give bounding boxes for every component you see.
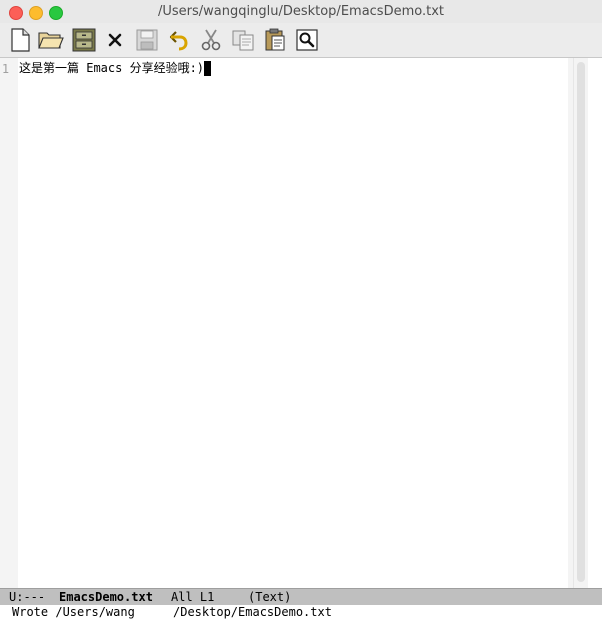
open-folder-icon	[38, 32, 64, 49]
toolbar	[0, 23, 602, 58]
mode-line: U:--- EmacsDemo.txt All L1 (Text)	[0, 588, 602, 605]
file-cabinet-icon	[72, 28, 96, 52]
search-button[interactable]	[294, 27, 320, 53]
undo-arrow-icon	[169, 31, 188, 51]
modeline-status: U:---	[9, 590, 46, 604]
line-number: 1	[1, 62, 10, 76]
emacs-window: /Users/wangqinglu/Desktop/EmacsDemo.txt	[0, 0, 602, 623]
modeline-buffer-name[interactable]: EmacsDemo.txt	[59, 589, 153, 605]
modeline-major-mode[interactable]: (Text)	[248, 589, 291, 605]
editor-buffer[interactable]: 1 这是第一篇 Emacs 分享经验哦:)	[0, 58, 602, 588]
new-file-icon	[11, 28, 30, 52]
open-file-button[interactable]	[38, 27, 64, 53]
floppy-disk-icon	[136, 29, 158, 51]
buffer-text: 这是第一篇 Emacs 分享经验哦:)	[19, 61, 205, 75]
magnifier-icon	[296, 29, 318, 51]
vertical-scrollbar[interactable]	[573, 58, 588, 588]
line-number-gutter: 1	[0, 58, 10, 588]
buffer-text-line[interactable]: 这是第一篇 Emacs 分享经验哦:)	[19, 61, 212, 76]
new-file-button[interactable]	[7, 27, 33, 53]
kill-buffer-button[interactable]	[102, 27, 128, 53]
title-bar[interactable]: /Users/wangqinglu/Desktop/EmacsDemo.txt	[0, 0, 602, 23]
scrollbar-thumb[interactable]	[577, 62, 585, 582]
echo-message-end: /Desktop/EmacsDemo.txt	[173, 605, 332, 619]
scissors-icon	[201, 29, 221, 51]
window-title: /Users/wangqinglu/Desktop/EmacsDemo.txt	[157, 4, 444, 19]
copy-icon	[232, 30, 254, 51]
right-margin	[588, 58, 602, 588]
paste-button[interactable]	[262, 27, 288, 53]
close-x-icon	[108, 33, 122, 47]
modeline-position: All L1	[171, 590, 215, 604]
minibuffer[interactable]: Wrote /Users/wang /Desktop/EmacsDemo.txt	[0, 605, 602, 623]
copy-button[interactable]	[230, 27, 256, 53]
undo-button[interactable]	[166, 27, 192, 53]
dired-button[interactable]	[71, 27, 97, 53]
save-button[interactable]	[134, 27, 160, 53]
clipboard-icon	[265, 28, 285, 51]
text-cursor	[204, 61, 212, 76]
echo-message-start: Wrote /Users/wang	[12, 605, 135, 619]
left-fringe	[10, 58, 18, 588]
cut-button[interactable]	[198, 27, 224, 53]
